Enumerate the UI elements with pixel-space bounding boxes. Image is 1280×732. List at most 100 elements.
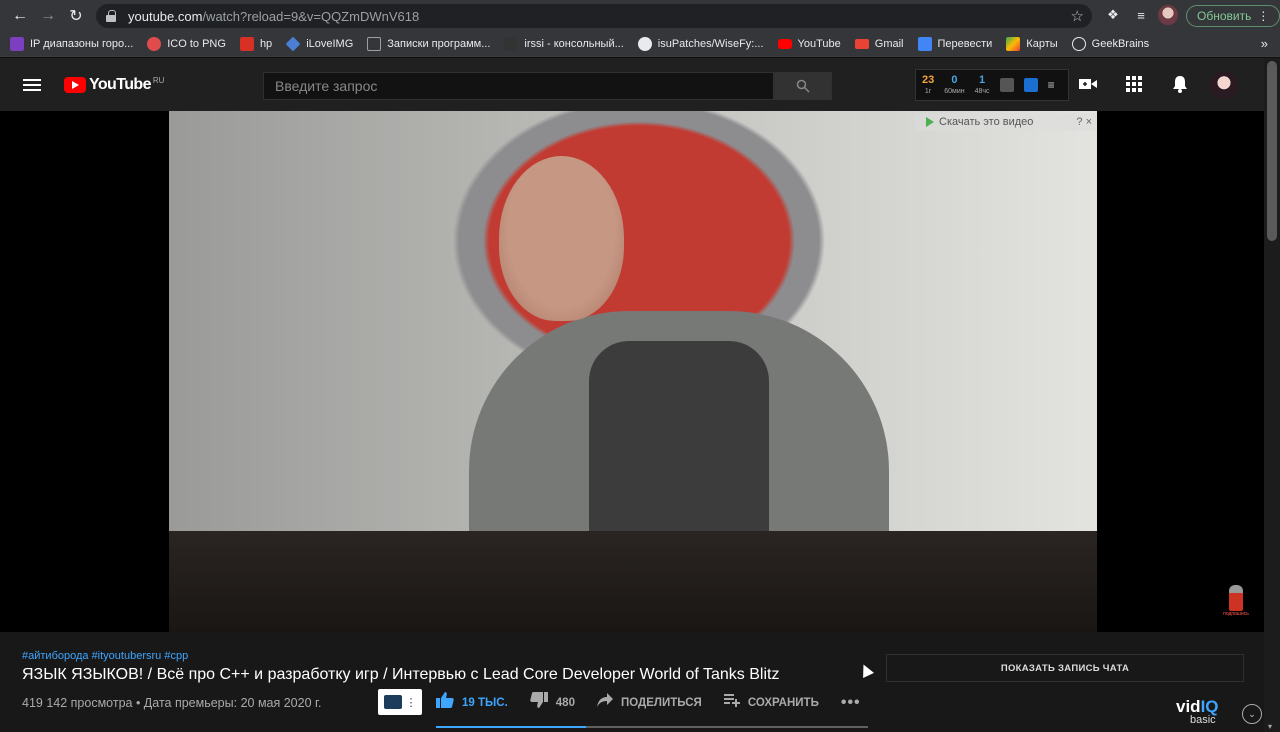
bookmark-label: ICO to PNG <box>167 38 226 50</box>
translate-icon <box>917 37 932 51</box>
create-video-icon[interactable] <box>1078 74 1098 94</box>
share-arrow-icon <box>596 693 613 712</box>
update-label: Обновить <box>1197 9 1252 23</box>
bookmark-label: GeekBrains <box>1091 38 1150 50</box>
thumbs-down-icon <box>530 692 548 713</box>
update-button[interactable]: Обновить ⋮ <box>1186 5 1280 27</box>
dislike-count: 480 <box>555 696 575 709</box>
apps-grid-icon[interactable] <box>1124 74 1144 94</box>
video-frame[interactable] <box>169 111 1097 632</box>
maps-icon <box>1006 37 1021 51</box>
stat-label: 48чс <box>974 88 990 95</box>
stat-number: 0 <box>951 74 958 86</box>
bookmark-label: hp <box>259 38 273 50</box>
youtube-icon <box>777 39 792 49</box>
bookmark-item[interactable]: Gmail <box>854 38 904 50</box>
bookmark-item[interactable]: hp <box>239 37 273 51</box>
address-bar[interactable]: youtube.com/watch?reload=9&v=QQZmDWnV618… <box>96 4 1092 28</box>
vidiq-brand[interactable]: vidIQ basic <box>1176 698 1219 726</box>
reload-button[interactable]: ↻ <box>62 2 90 30</box>
download-play-icon <box>926 117 934 127</box>
subscribe-label: подпишись <box>1223 611 1249 617</box>
bookmark-item[interactable]: isuPatches/WiseFy:... <box>637 37 764 51</box>
bookmark-label: Перевести <box>937 38 993 50</box>
share-label: ПОДЕЛИТЬСЯ <box>620 696 702 709</box>
arrow-left-icon: ← <box>12 7 28 24</box>
playlist-add-icon <box>723 693 740 712</box>
profile-avatar[interactable] <box>1158 5 1178 25</box>
vidiq-plan: basic <box>1190 714 1216 726</box>
vidiq-expand-chevron-icon[interactable]: ⌄ <box>1242 704 1262 724</box>
dislike-button[interactable]: 480 <box>530 692 575 713</box>
bookmark-star-icon[interactable]: ☆ <box>1071 7 1084 25</box>
stat-number: 1 <box>979 74 986 86</box>
like-button[interactable]: 19 ТЫС. <box>436 692 508 713</box>
save-button[interactable]: СОХРАНИТЬ <box>723 693 819 712</box>
extensions-area: ❖ ≡ <box>1102 4 1178 26</box>
bookmark-item[interactable]: iLoveIMG <box>285 36 354 52</box>
extensions-puzzle-icon[interactable]: ❖ <box>1102 4 1124 26</box>
bookmark-label: IP диапазоны горо... <box>30 38 134 50</box>
media-control-icon[interactable]: ≡ <box>1130 4 1152 26</box>
search-button[interactable] <box>774 72 832 100</box>
search-icon <box>796 79 810 93</box>
stat-number: 23 <box>922 74 935 86</box>
subscribe-watermark[interactable]: подпишись <box>1216 585 1256 625</box>
vidiq-logo-icon[interactable] <box>1023 78 1038 92</box>
arrow-right-icon: → <box>40 7 56 24</box>
youtube-play-icon <box>64 77 86 93</box>
video-chair <box>169 531 1097 632</box>
bookmark-label: isuPatches/WiseFy:... <box>657 38 764 50</box>
bookmark-item[interactable]: GeekBrains <box>1071 37 1150 51</box>
save-label: СОХРАНИТЬ <box>747 696 819 709</box>
notifications-bell-icon[interactable] <box>1170 74 1190 94</box>
bookmark-item[interactable]: irssi - консольный... <box>504 37 624 51</box>
vidiq-chart-icon[interactable] <box>999 78 1014 92</box>
download-label: Скачать это видео <box>939 116 1034 128</box>
stat-label: 60мин <box>944 88 965 95</box>
download-close-button[interactable]: ? × <box>1076 116 1092 128</box>
bookmark-item[interactable]: IP диапазоны горо... <box>10 37 133 51</box>
thumbs-up-icon <box>436 692 454 713</box>
stat-label: 1г <box>924 88 932 95</box>
page-scrollbar[interactable]: ▾ <box>1264 58 1280 732</box>
youtube-logo[interactable]: YouTube RU <box>64 76 164 94</box>
logo-region: RU <box>152 75 165 85</box>
show-chat-replay-button[interactable]: ПОКАЗАТЬ ЗАПИСЬ ЧАТА <box>886 654 1244 682</box>
download-video-overlay[interactable]: Скачать это видео ? × <box>914 113 1096 131</box>
vidiq-widget-button[interactable]: ⋮ <box>378 689 422 715</box>
like-count: 19 ТЫС. <box>462 696 508 709</box>
vidiq-menu-icon[interactable]: ≡ <box>1048 78 1055 92</box>
menu-dots-icon: ⋮ <box>1257 9 1270 23</box>
bookmarks-overflow-button[interactable]: » <box>1261 36 1268 51</box>
bookmark-label: iLoveIMG <box>306 38 354 50</box>
video-player[interactable]: подпишись <box>0 111 1264 632</box>
lock-icon <box>106 10 116 22</box>
search-input[interactable]: Введите запрос <box>263 72 774 100</box>
browser-toolbar: ← → ↻ youtube.com/watch?reload=9&v=QQZmD… <box>0 0 1280 32</box>
account-avatar[interactable] <box>1210 71 1238 99</box>
github-icon <box>637 37 652 51</box>
more-actions-button[interactable]: ••• <box>841 694 861 712</box>
bookmark-item[interactable]: YouTube <box>777 38 841 50</box>
bookmark-label: irssi - консольный... <box>524 38 624 50</box>
video-person-head <box>499 156 624 321</box>
back-button[interactable]: ← <box>6 2 34 30</box>
bookmark-item[interactable]: Перевести <box>917 37 993 51</box>
hamburger-menu-icon[interactable] <box>23 79 41 91</box>
hashtags[interactable]: #айтиборода #ityoutubersru #cpp <box>22 650 188 662</box>
bookmark-item[interactable]: Карты <box>1006 37 1058 51</box>
scroll-down-arrow-icon[interactable]: ▾ <box>1268 722 1276 731</box>
bookmark-favicon <box>147 37 162 51</box>
stat-60min: 0 60мин <box>944 74 965 96</box>
stat-48h: 1 48чс <box>974 74 990 96</box>
bookmark-item[interactable]: ICO to PNG <box>147 37 226 51</box>
vidiq-stats-panel[interactable]: 23 1г 0 60мин 1 48чс ≡ <box>915 69 1069 101</box>
youtube-header: YouTube RU Введите запрос 23 1г 0 60мин 1 4… <box>0 58 1264 111</box>
forward-button[interactable]: → <box>34 2 62 30</box>
bookmarks-bar: IP диапазоны горо... ICO to PNG hp iLove… <box>0 32 1280 57</box>
share-button[interactable]: ПОДЕЛИТЬСЯ <box>596 693 702 712</box>
bookmark-favicon <box>10 37 24 51</box>
scrollbar-thumb[interactable] <box>1267 61 1277 241</box>
bookmark-item[interactable]: Записки программ... <box>367 37 490 51</box>
